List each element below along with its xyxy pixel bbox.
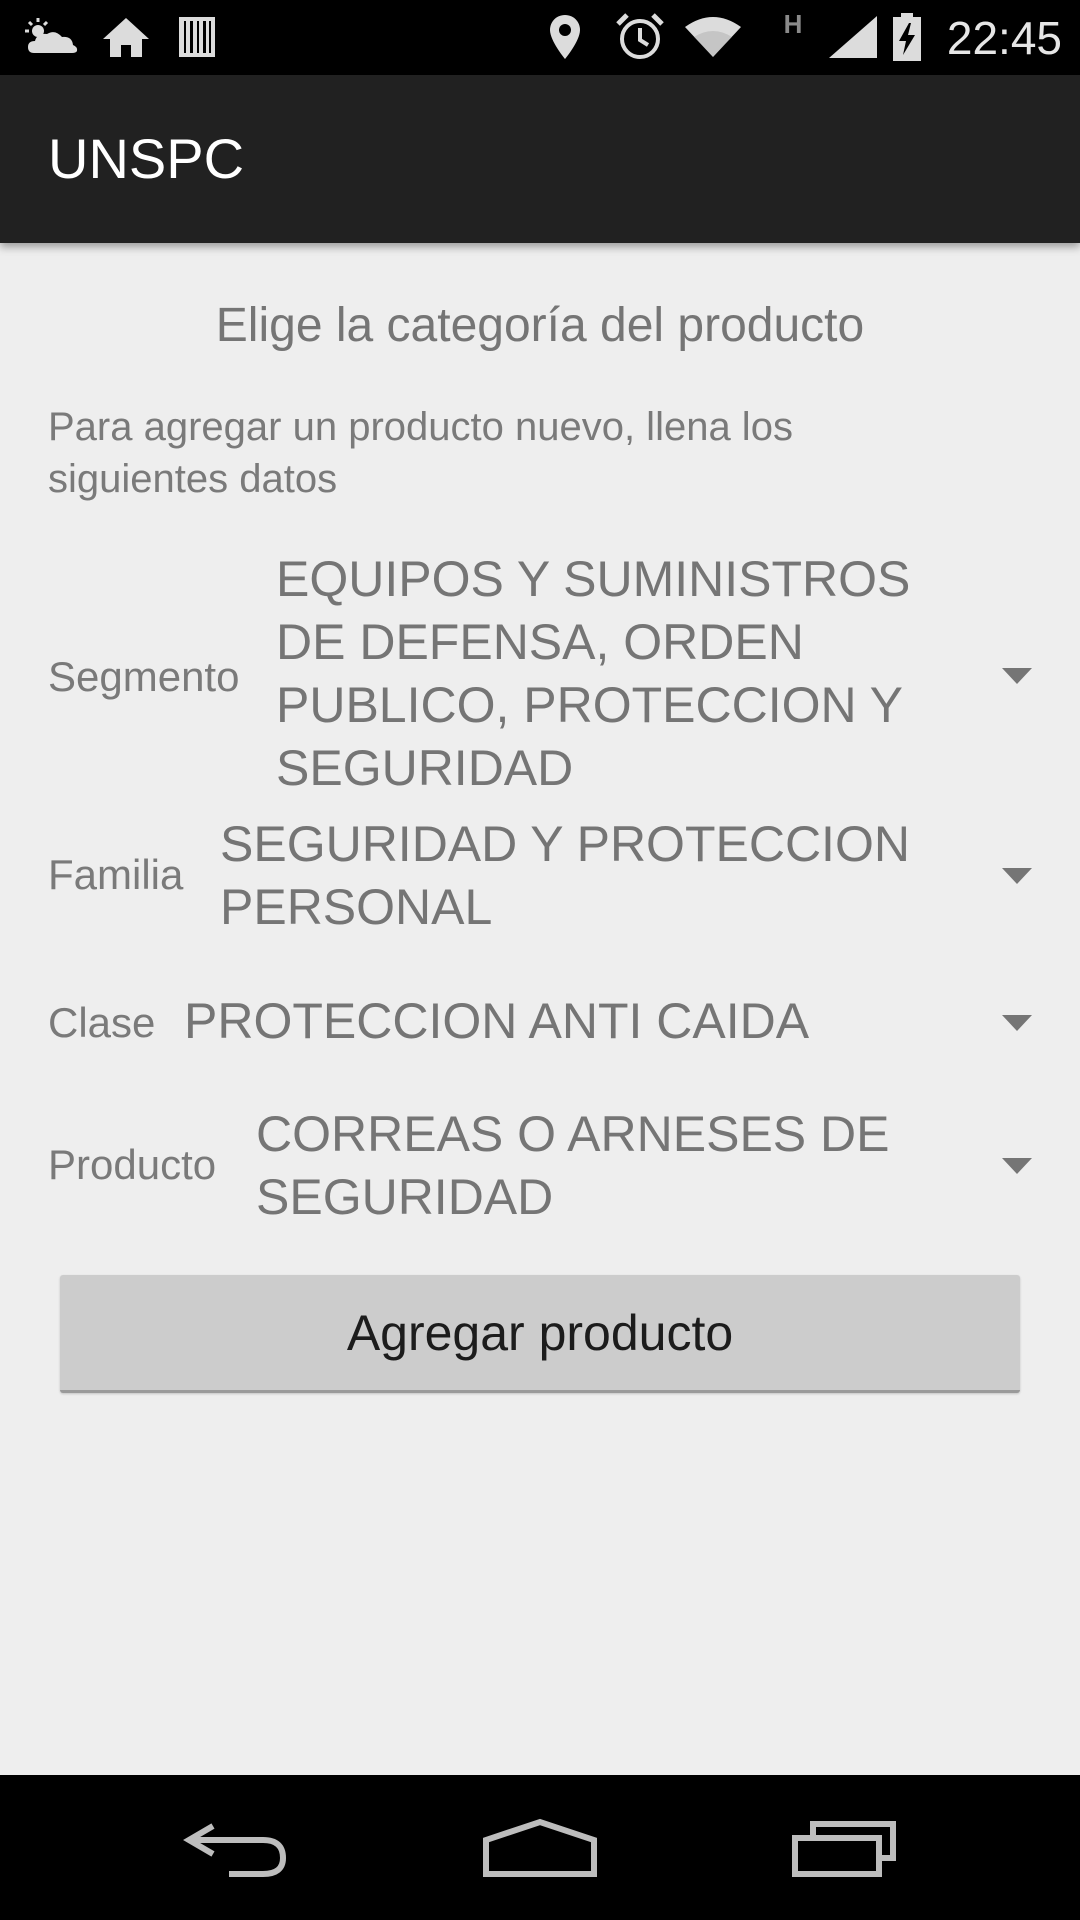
weather-icon bbox=[22, 12, 82, 62]
app-title: UNSPC bbox=[48, 127, 245, 190]
clase-row: Clase PROTECCION ANTI CAIDA bbox=[48, 990, 1032, 1060]
clase-value: PROTECCION ANTI CAIDA bbox=[184, 993, 810, 1049]
add-product-button[interactable]: Agregar producto bbox=[60, 1275, 1020, 1393]
segmento-label: Segmento bbox=[48, 653, 240, 700]
chevron-down-icon bbox=[1002, 1015, 1032, 1031]
familia-label: Familia bbox=[48, 851, 184, 898]
battery-charging-icon bbox=[890, 12, 924, 62]
form-content: Elige la categoría del producto Para agr… bbox=[0, 243, 1080, 1775]
home-icon bbox=[98, 12, 154, 62]
producto-value: CORREAS O ARNESES DE SEGURIDAD bbox=[256, 1106, 890, 1225]
status-bar: H 22:45 bbox=[0, 0, 1080, 75]
alarm-icon bbox=[614, 12, 666, 62]
producto-label: Producto bbox=[48, 1141, 217, 1188]
chevron-down-icon bbox=[1002, 668, 1032, 684]
clase-label: Clase bbox=[48, 999, 156, 1046]
segmento-spinner[interactable]: EQUIPOS Y SUMINISTROS DE DEFENSA, ORDEN … bbox=[276, 548, 1032, 800]
signal-icon bbox=[826, 12, 880, 62]
navigation-bar bbox=[0, 1775, 1080, 1920]
producto-spinner[interactable]: CORREAS O ARNESES DE SEGURIDAD bbox=[256, 1103, 1032, 1229]
home-nav-icon[interactable] bbox=[440, 1775, 640, 1920]
segmento-row: Segmento EQUIPOS Y SUMINISTROS DE DEFENS… bbox=[48, 548, 1032, 808]
back-icon[interactable] bbox=[138, 1775, 338, 1920]
segmento-value: EQUIPOS Y SUMINISTROS DE DEFENSA, ORDEN … bbox=[276, 551, 911, 796]
wifi-icon bbox=[684, 12, 742, 62]
status-time: 22:45 bbox=[946, 12, 1062, 64]
producto-row: Producto CORREAS O ARNESES DE SEGURIDAD bbox=[48, 1103, 1032, 1233]
chevron-down-icon bbox=[1002, 1158, 1032, 1174]
page-heading: Elige la categoría del producto bbox=[215, 299, 865, 352]
recents-icon[interactable] bbox=[744, 1775, 944, 1920]
barcode-icon bbox=[172, 12, 222, 62]
intro-text: Para agregar un producto nuevo, llena lo… bbox=[48, 405, 793, 501]
familia-value: SEGURIDAD Y PROTECCION PERSONAL bbox=[220, 816, 910, 935]
familia-spinner[interactable]: SEGURIDAD Y PROTECCION PERSONAL bbox=[220, 813, 1032, 939]
clase-spinner[interactable]: PROTECCION ANTI CAIDA bbox=[184, 990, 1032, 1053]
network-type-label: H bbox=[783, 8, 803, 39]
action-bar: UNSPC bbox=[0, 75, 1080, 243]
chevron-down-icon bbox=[1002, 868, 1032, 884]
familia-row: Familia SEGURIDAD Y PROTECCION PERSONAL bbox=[48, 813, 1032, 943]
location-icon bbox=[545, 12, 585, 62]
